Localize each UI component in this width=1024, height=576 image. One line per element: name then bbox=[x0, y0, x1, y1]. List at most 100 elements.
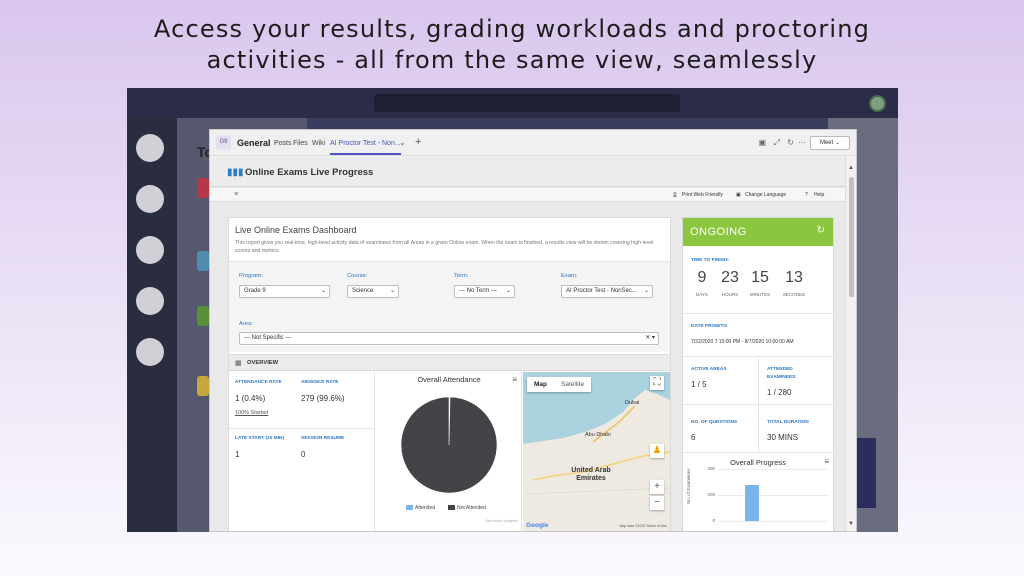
chart-bars-icon: ▮▮▮ bbox=[227, 167, 244, 178]
area-select[interactable]: --- Not Specific --- ✕ ▾ bbox=[239, 332, 659, 345]
rail-app-icon[interactable] bbox=[136, 287, 164, 315]
countdown-minutes: 15 bbox=[751, 269, 769, 286]
refresh-icon[interactable]: ↻ bbox=[787, 138, 794, 147]
chevron-down-icon: ⌄ bbox=[320, 288, 326, 294]
fullscreen-icon[interactable]: ⛶ bbox=[650, 376, 664, 390]
refresh-icon[interactable]: ↻ bbox=[817, 225, 825, 236]
teams-search-box[interactable] bbox=[374, 94, 680, 112]
location-map[interactable]: Map Satellite ⛶ Dubai Abu Dhabi United Ar… bbox=[523, 372, 670, 531]
progress-chart: Overall Progress ≡ No. of Examinees 400 … bbox=[683, 452, 833, 531]
term-select[interactable]: --- No Term --- ⌄ bbox=[454, 285, 515, 298]
chevron-down-icon[interactable]: ⌄ bbox=[399, 138, 406, 147]
print-button[interactable]: Print Web Friendly bbox=[682, 192, 723, 198]
legend-label: Not Attended bbox=[457, 505, 486, 511]
active-areas-value: 1 / 5 bbox=[691, 380, 707, 389]
team-chip[interactable] bbox=[197, 251, 209, 271]
dashboard-panel: Live Online Exams Dashboard This report … bbox=[228, 217, 671, 531]
overview-icon: ▦ bbox=[235, 360, 242, 367]
program-select[interactable]: Grade 9 ⌄ bbox=[239, 285, 330, 298]
hamburger-icon[interactable]: ≡ bbox=[234, 191, 238, 198]
expand-icon[interactable]: ⤢ bbox=[774, 138, 780, 148]
rail-app-icon[interactable] bbox=[136, 236, 164, 264]
map-credit: Map data ©2020 Terms of Use bbox=[619, 524, 667, 528]
satellite-tab[interactable]: Satellite bbox=[554, 377, 591, 392]
overview-stats: ATTENDANCE RATE 1 (0.4%) ABSENCE RATE 27… bbox=[229, 372, 375, 531]
team-chip[interactable] bbox=[197, 376, 209, 396]
scrollbar[interactable]: ▲ ▼ bbox=[845, 157, 856, 531]
course-select[interactable]: Science ⌄ bbox=[347, 285, 399, 298]
term-value: --- No Term --- bbox=[459, 288, 497, 294]
gridline bbox=[718, 495, 828, 496]
scrollbar-thumb[interactable] bbox=[849, 177, 854, 297]
rail-app-icon[interactable] bbox=[136, 338, 164, 366]
exam-value: AI Proctor Test - NonSec... bbox=[566, 288, 637, 294]
rail-app-icon[interactable] bbox=[136, 185, 164, 213]
course-label: Course: bbox=[347, 273, 368, 279]
legend-swatch bbox=[448, 505, 455, 511]
program-label: Program: bbox=[239, 273, 263, 279]
more-icon[interactable]: ⋯ bbox=[798, 138, 806, 147]
add-tab-button[interactable]: + bbox=[415, 136, 421, 148]
countdown-seconds: 13 bbox=[785, 269, 803, 286]
pie-slice-not-attended[interactable] bbox=[400, 396, 498, 494]
print-icon[interactable]: ⎙ bbox=[673, 192, 677, 198]
chevron-down-icon: ⌄ bbox=[505, 288, 511, 294]
countdown-minutes-unit: MINUTES bbox=[749, 292, 771, 297]
filter-panel: Program: Grade 9 ⌄ Course: Science ⌄ Term:… bbox=[229, 261, 670, 352]
countdown-hours-unit: HOURS bbox=[721, 292, 739, 297]
language-button[interactable]: Change Language bbox=[745, 192, 786, 198]
date-range-label: DATE FROM/TO bbox=[691, 324, 728, 329]
rail-app-icon[interactable] bbox=[136, 134, 164, 162]
chat-icon[interactable]: ▣ bbox=[758, 138, 766, 147]
started-link[interactable]: 100% Started bbox=[235, 410, 268, 416]
map-place-dubai: Dubai bbox=[625, 400, 640, 406]
program-value: Grade 9 bbox=[244, 288, 266, 294]
overview-header: ▦ OVERVIEW bbox=[229, 354, 670, 371]
questions-value: 6 bbox=[691, 433, 696, 442]
meet-button[interactable]: Meet ⌄ bbox=[810, 136, 850, 150]
status-panel: ONGOING ↻ TIME TO FINISH: 9 DAYS 23 HOUR… bbox=[682, 217, 834, 531]
exam-label: Exam: bbox=[561, 273, 578, 279]
countdown-days-unit: DAYS bbox=[696, 292, 708, 297]
attendance-chart: Overall Attendance ≡ Attended Not Attend… bbox=[376, 372, 522, 531]
attended-value: 1 / 280 bbox=[767, 388, 792, 397]
exam-select[interactable]: AI Proctor Test - NonSec... ⌄ bbox=[561, 285, 653, 298]
map-type-control: Map Satellite bbox=[527, 377, 592, 392]
teams-topbar bbox=[127, 88, 898, 118]
help-icon[interactable]: ? bbox=[805, 192, 808, 198]
zoom-out-button[interactable]: − bbox=[650, 496, 664, 510]
chart-menu-icon[interactable]: ≡ bbox=[824, 457, 829, 466]
date-range-value: 7/22/2020 7:10:00 PM - 8/7/2020 10:00:00… bbox=[691, 339, 794, 345]
stats-divider bbox=[229, 428, 375, 429]
scroll-up-icon[interactable]: ▲ bbox=[848, 165, 854, 171]
late-start-label: LATE START (10 MIN) bbox=[235, 436, 285, 441]
avatar[interactable] bbox=[869, 95, 886, 112]
tab-files[interactable]: Files bbox=[293, 140, 308, 147]
overview-title: OVERVIEW bbox=[247, 360, 279, 366]
team-chip[interactable] bbox=[197, 178, 209, 198]
help-button[interactable]: Help bbox=[814, 192, 824, 198]
map-tab[interactable]: Map bbox=[527, 377, 554, 392]
map-country-label: United Arab Emirates bbox=[571, 467, 611, 482]
pegman-icon[interactable]: ♟ bbox=[650, 444, 664, 458]
y-tick-label: 200 bbox=[707, 492, 715, 497]
session-resume-value: 0 bbox=[301, 450, 306, 459]
status-banner: ONGOING ↻ bbox=[683, 218, 833, 246]
y-tick-label: 0 bbox=[712, 518, 715, 523]
clear-and-chevron-icon[interactable]: ✕ ▾ bbox=[645, 333, 655, 344]
questions-label: NO. OF QUESTIONS bbox=[691, 420, 738, 425]
tab-posts[interactable]: Posts bbox=[274, 140, 292, 147]
y-tick-label: 400 bbox=[707, 466, 715, 471]
channel-name: General bbox=[237, 138, 271, 148]
team-chip[interactable] bbox=[197, 306, 209, 326]
page-header: ▮▮▮ Online Exams Live Progress bbox=[210, 157, 846, 187]
chevron-down-icon: ⌄ bbox=[389, 288, 395, 294]
page-title: Online Exams Live Progress bbox=[245, 167, 374, 178]
gridline bbox=[718, 521, 828, 522]
zoom-in-button[interactable]: + bbox=[650, 480, 664, 494]
chevron-down-icon: ⌄ bbox=[643, 288, 649, 294]
language-icon[interactable]: ▣ bbox=[736, 192, 741, 198]
tab-ai-proctor[interactable]: AI Proctor Test - Non... bbox=[330, 140, 401, 155]
tab-wiki[interactable]: Wiki bbox=[312, 140, 325, 147]
scroll-down-icon[interactable]: ▼ bbox=[848, 521, 854, 527]
